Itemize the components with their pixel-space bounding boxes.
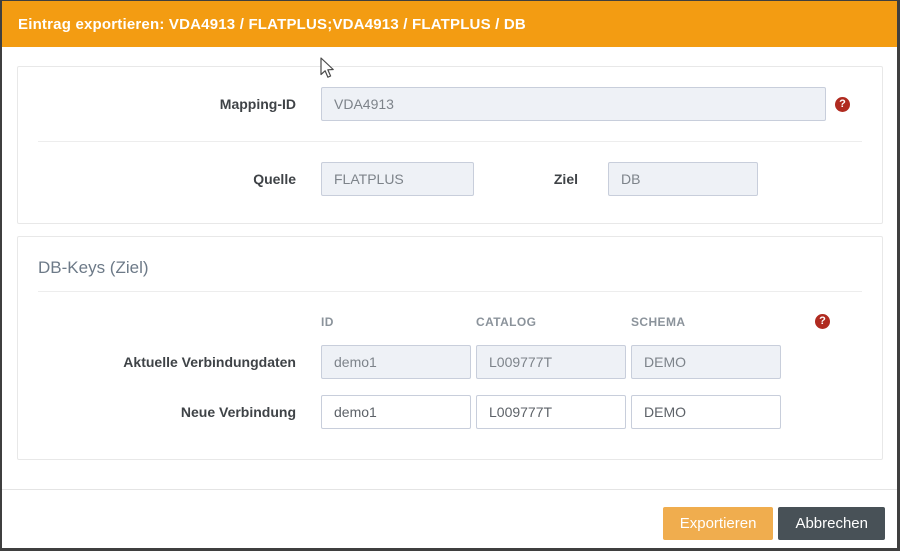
quelle-ziel-row: Quelle Ziel <box>38 162 862 196</box>
new-connection-label: Neue Verbindung <box>38 404 296 420</box>
current-connection-label: Aktuelle Verbindungdaten <box>38 354 296 370</box>
export-button[interactable]: Exportieren <box>663 507 774 540</box>
column-header-id: ID <box>321 315 471 329</box>
table-row-current-connection: Aktuelle Verbindungdaten <box>38 345 862 379</box>
mapping-id-label: Mapping-ID <box>38 96 296 112</box>
quelle-label: Quelle <box>38 171 296 187</box>
current-schema-input <box>631 345 781 379</box>
help-icon[interactable]: ? <box>815 314 830 329</box>
help-icon[interactable]: ? <box>835 97 850 112</box>
mapping-id-input <box>321 87 826 121</box>
db-keys-title: DB-Keys (Ziel) <box>38 257 862 292</box>
current-id-input <box>321 345 471 379</box>
table-row-new-connection: Neue Verbindung <box>38 395 862 429</box>
column-header-row: ID CATALOG SCHEMA ? <box>38 314 862 329</box>
new-id-input[interactable] <box>321 395 471 429</box>
db-keys-table: ID CATALOG SCHEMA ? Aktuelle Verbindungd… <box>38 314 862 429</box>
current-catalog-input <box>476 345 626 379</box>
dialog-titlebar: Eintrag exportieren: VDA4913 / FLATPLUS;… <box>2 1 897 47</box>
quelle-input <box>321 162 474 196</box>
cancel-button[interactable]: Abbrechen <box>778 507 885 540</box>
mapping-panel: Mapping-ID ? Quelle Ziel <box>17 66 883 224</box>
mapping-id-row: Mapping-ID ? <box>38 87 862 121</box>
panel-divider <box>38 141 862 142</box>
column-header-schema: SCHEMA <box>631 315 781 329</box>
db-keys-panel: DB-Keys (Ziel) ID CATALOG SCHEMA ? Aktue… <box>17 236 883 460</box>
dialog-title: Eintrag exportieren: VDA4913 / FLATPLUS;… <box>18 16 526 33</box>
export-dialog: Eintrag exportieren: VDA4913 / FLATPLUS;… <box>0 0 900 551</box>
ziel-label: Ziel <box>474 171 578 187</box>
new-schema-input[interactable] <box>631 395 781 429</box>
ziel-input <box>608 162 758 196</box>
column-header-catalog: CATALOG <box>476 315 626 329</box>
footer: Exportieren Abbrechen <box>2 490 897 540</box>
new-catalog-input[interactable] <box>476 395 626 429</box>
